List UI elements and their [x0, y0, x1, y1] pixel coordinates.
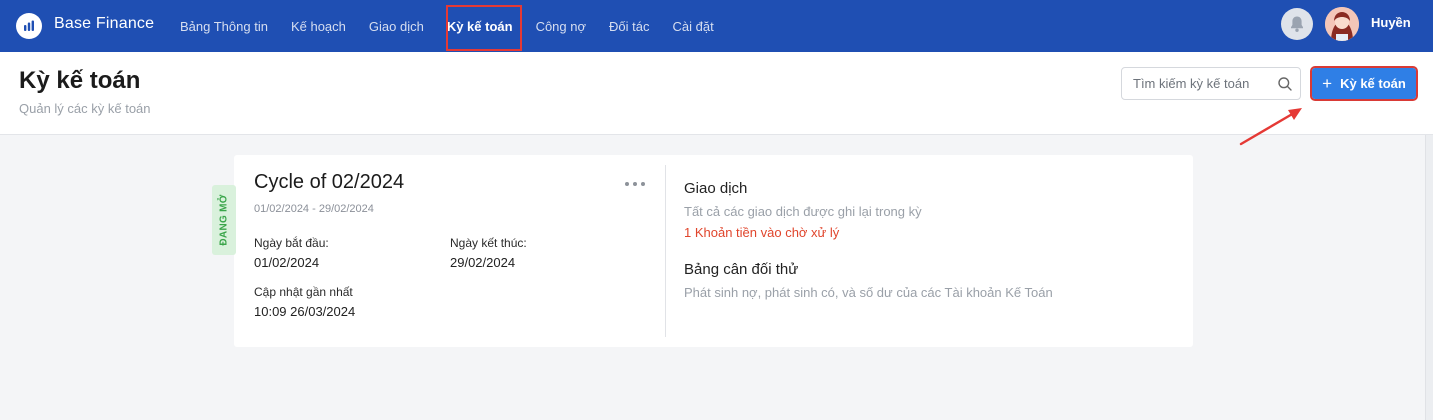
section-transactions-title[interactable]: Giao dịch	[684, 180, 747, 197]
annotation-arrow	[1239, 108, 1302, 146]
page-header: Kỳ kế toán Quản lý các kỳ kế toán + Kỳ k…	[0, 52, 1433, 135]
start-date-value: 01/02/2024	[254, 255, 320, 270]
start-date-label: Ngày bắt đầu:	[254, 236, 329, 250]
bell-icon[interactable]	[1281, 8, 1313, 40]
nav-item-debts[interactable]: Công nợ	[526, 0, 596, 52]
search-input[interactable]	[1122, 68, 1272, 99]
end-date-label: Ngày kết thúc:	[450, 236, 527, 250]
cycle-date-range: 01/02/2024 - 29/02/2024	[254, 203, 374, 215]
status-badge: ĐANG MỞ	[212, 185, 236, 255]
add-button-label: Kỳ kế toán	[1340, 76, 1406, 91]
last-updated-label: Cập nhật gần nhất	[254, 285, 353, 299]
plus-icon: +	[1322, 74, 1333, 93]
nav-item-dashboard[interactable]: Bảng Thông tin	[170, 0, 278, 52]
nav-item-partners[interactable]: Đối tác	[599, 0, 659, 52]
top-nav-bar: Base Finance Bảng Thông tin Kế hoạch Gia…	[0, 0, 1433, 52]
nav-item-transactions[interactable]: Giao dịch	[359, 0, 434, 52]
search-icon[interactable]	[1277, 76, 1293, 92]
scrollbar[interactable]	[1425, 135, 1433, 420]
search-box	[1121, 67, 1301, 100]
app-name[interactable]: Base Finance	[54, 15, 154, 33]
section-trial-balance-title[interactable]: Bảng cân đối thử	[684, 261, 798, 278]
page-subtitle: Quản lý các kỳ kế toán	[19, 101, 151, 116]
cycle-title[interactable]: Cycle of 02/2024	[254, 171, 404, 194]
nav-item-settings[interactable]: Cài đặt	[662, 0, 723, 52]
avatar[interactable]	[1325, 7, 1359, 41]
section-trial-balance-description: Phát sinh nợ, phát sinh có, và số dư của…	[684, 285, 1053, 300]
more-options-icon[interactable]	[625, 178, 645, 190]
chart-logo-icon[interactable]	[16, 13, 42, 39]
user-name[interactable]: Huyền	[1371, 15, 1411, 30]
end-date-value: 29/02/2024	[450, 255, 516, 270]
card-divider	[665, 165, 666, 337]
nav-highlight-box	[446, 5, 522, 51]
nav-item-plans[interactable]: Kế hoạch	[281, 0, 356, 52]
last-updated-value: 10:09 26/03/2024	[254, 304, 356, 319]
add-accounting-period-button[interactable]: + Kỳ kế toán	[1310, 66, 1418, 101]
section-transactions-description: Tất cả các giao dịch được ghi lại trong …	[684, 204, 922, 219]
pending-transactions-alert[interactable]: 1 Khoản tiền vào chờ xử lý	[684, 225, 839, 240]
page-title: Kỳ kế toán	[19, 67, 141, 94]
